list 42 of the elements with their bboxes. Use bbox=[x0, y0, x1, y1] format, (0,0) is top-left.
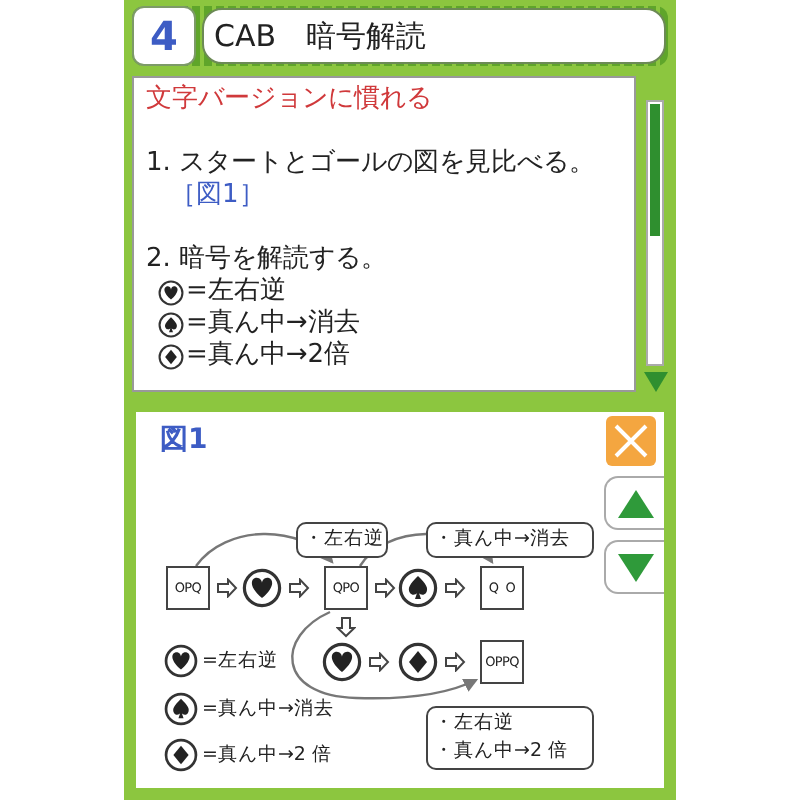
legend-text: =左右逆 bbox=[202, 648, 278, 674]
arrow-right-icon bbox=[216, 578, 238, 598]
spade-circle-icon bbox=[398, 568, 438, 608]
legend-text: =真ん中→2倍 bbox=[186, 340, 351, 372]
arrow-right-icon bbox=[288, 578, 310, 598]
close-icon bbox=[612, 422, 650, 460]
scroll-up-button[interactable] bbox=[604, 476, 664, 530]
legend-text: =真ん中→消去 bbox=[186, 308, 360, 340]
diamond-circle-icon bbox=[164, 738, 198, 772]
triangle-up-icon bbox=[617, 489, 653, 517]
figure-link[interactable]: ［図1］ bbox=[170, 180, 265, 210]
legend-text: =左右逆 bbox=[186, 276, 286, 308]
close-button[interactable] bbox=[606, 416, 656, 466]
arrow-right-icon bbox=[374, 578, 396, 598]
diamond-circle-icon bbox=[158, 343, 184, 369]
spade-circle-icon bbox=[164, 691, 198, 725]
callout-text: ・左右逆 bbox=[304, 526, 380, 554]
figure-title: 図1 bbox=[160, 422, 208, 458]
spade-circle-icon bbox=[158, 311, 184, 337]
scroll-down-icon[interactable] bbox=[643, 372, 667, 392]
heart-circle-icon bbox=[164, 644, 198, 678]
step-text: 2. 暗号を解読する。 bbox=[146, 244, 390, 276]
triangle-down-icon bbox=[617, 553, 653, 581]
diamond-circle-icon bbox=[398, 642, 438, 682]
arrow-right-icon bbox=[444, 578, 466, 598]
arrow-right-icon bbox=[444, 652, 466, 672]
legend-text: =真ん中→消去 bbox=[202, 695, 334, 721]
heart-circle-icon bbox=[242, 568, 282, 608]
step-number: 4 bbox=[132, 6, 196, 66]
screen-title: CAB 暗号解読 bbox=[202, 8, 666, 64]
arrow-right-icon bbox=[368, 652, 390, 672]
heart-circle-icon bbox=[158, 279, 184, 305]
arrow-down-icon bbox=[336, 616, 356, 638]
step-text: 1. スタートとゴールの図を見比べる。 bbox=[146, 148, 598, 180]
instruction-heading: 文字バージョンに慣れる bbox=[146, 84, 434, 116]
callout-text: ・左右逆 bbox=[434, 710, 516, 738]
scrollbar[interactable] bbox=[646, 100, 664, 366]
legend-text: =真ん中→2 倍 bbox=[202, 742, 332, 768]
callout-text: ・真ん中→消去 bbox=[434, 526, 572, 554]
callout-text: ・真ん中→2 倍 bbox=[434, 738, 571, 766]
scroll-down-button[interactable] bbox=[604, 540, 664, 594]
heart-circle-icon bbox=[322, 642, 362, 682]
